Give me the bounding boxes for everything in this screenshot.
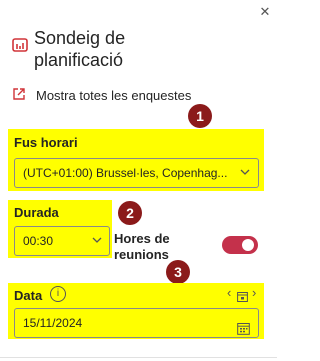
duration-label: Durada: [14, 205, 59, 220]
chevron-down-icon: [240, 159, 250, 199]
calendar-today-icon[interactable]: [237, 289, 248, 307]
info-icon[interactable]: i: [50, 286, 66, 302]
next-date-button[interactable]: ›: [252, 285, 256, 300]
open-external-icon: [12, 87, 26, 101]
meeting-hours-label: Hores de reunions: [114, 231, 170, 262]
date-field[interactable]: 15/11/2024: [14, 308, 259, 338]
step-badge-2: 2: [118, 201, 142, 225]
close-button[interactable]: ✕: [257, 4, 273, 20]
timezone-label: Fus horari: [14, 135, 78, 150]
panel-title: Sondeig de planificació: [34, 28, 126, 70]
show-all-polls-link[interactable]: Mostra totes les enquestes: [36, 88, 191, 103]
bottom-divider: [0, 357, 277, 358]
meeting-hours-toggle[interactable]: [222, 236, 258, 254]
poll-icon: [12, 37, 30, 55]
prev-date-button[interactable]: ‹: [227, 285, 231, 300]
timezone-value: (UTC+01:00) Brussel·les, Copenhag...: [23, 166, 228, 180]
step-badge-3: 3: [166, 260, 190, 284]
calendar-icon: [237, 317, 250, 345]
duration-select[interactable]: 00:30: [14, 226, 110, 256]
step-badge-1: 1: [188, 104, 212, 128]
chevron-down-icon: [92, 227, 102, 267]
toggle-knob: [242, 239, 254, 251]
date-label: Data: [14, 288, 43, 303]
timezone-select[interactable]: (UTC+01:00) Brussel·les, Copenhag...: [14, 158, 259, 188]
duration-value: 00:30: [23, 234, 54, 248]
date-value: 15/11/2024: [23, 316, 83, 330]
